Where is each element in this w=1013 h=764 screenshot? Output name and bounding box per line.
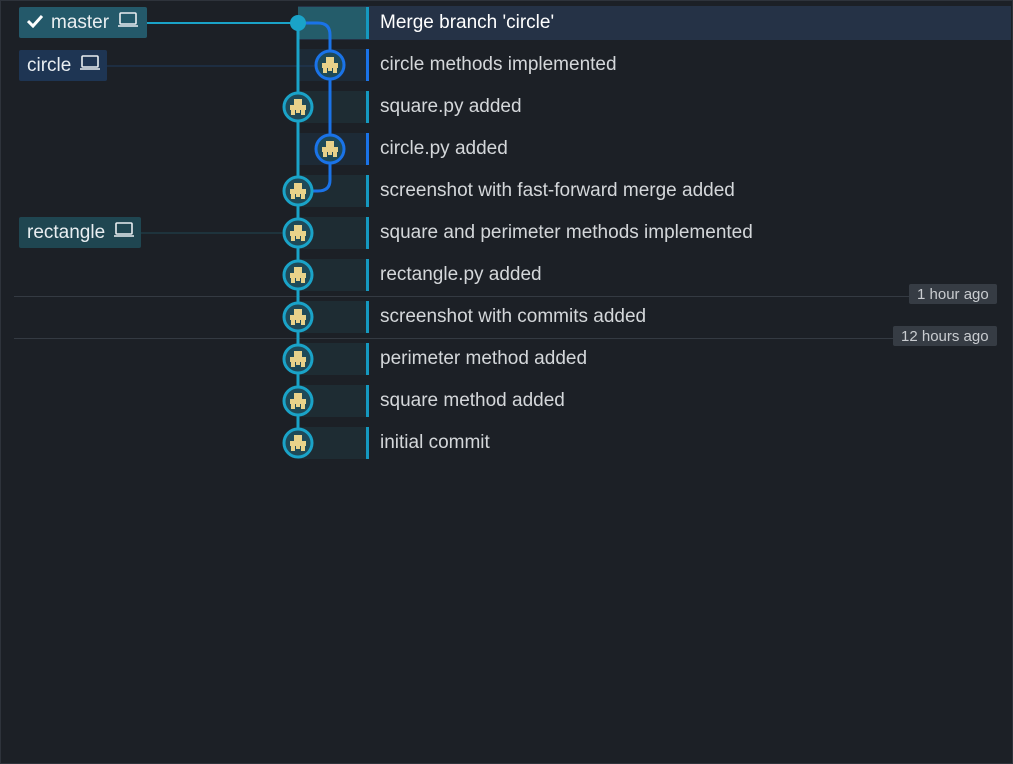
branch-label: master (51, 11, 110, 33)
author-avatar[interactable] (282, 217, 314, 249)
laptop-icon (113, 221, 135, 244)
author-avatar[interactable] (314, 49, 346, 81)
branch-label: circle (27, 54, 72, 76)
author-avatar[interactable] (282, 427, 314, 459)
author-avatar[interactable] (282, 343, 314, 375)
branch-ref-rectangle[interactable]: rectangle (19, 217, 141, 248)
laptop-icon (117, 11, 139, 34)
commit-graph (107, 15, 332, 444)
branch-ref-master[interactable]: master (19, 7, 147, 38)
branch-label: rectangle (27, 221, 106, 243)
laptop-icon (79, 54, 101, 77)
author-avatar[interactable] (314, 133, 346, 165)
check-icon (26, 12, 44, 34)
author-avatar[interactable] (282, 385, 314, 417)
branch-ref-circle[interactable]: circle (19, 50, 107, 81)
merge-commit-dot[interactable] (290, 15, 306, 31)
author-avatar[interactable] (282, 175, 314, 207)
author-avatar[interactable] (282, 259, 314, 291)
author-avatar[interactable] (282, 301, 314, 333)
author-avatar[interactable] (282, 91, 314, 123)
